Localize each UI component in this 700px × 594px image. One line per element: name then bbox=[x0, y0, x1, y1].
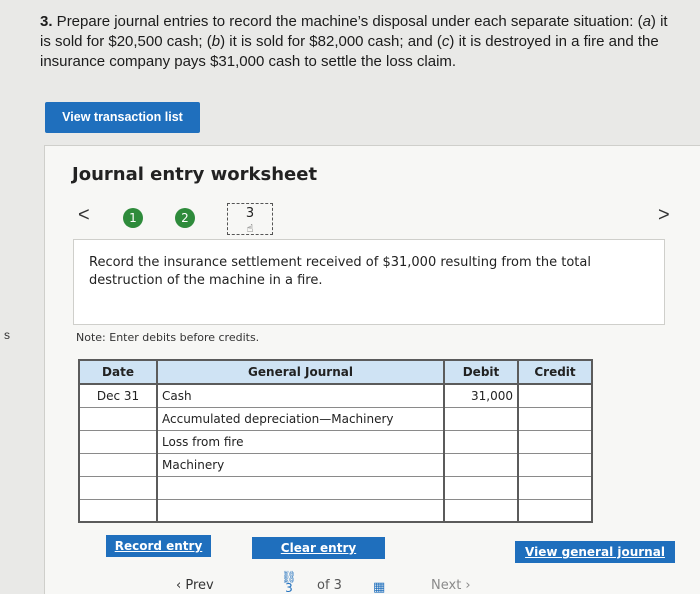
table-row bbox=[78, 475, 593, 500]
account-cell[interactable]: Accumulated depreciation—Machinery bbox=[156, 406, 445, 431]
table-header-row: Date General Journal Debit Credit bbox=[78, 359, 593, 385]
margin-letter: s bbox=[4, 328, 10, 342]
step-3-button[interactable]: 3 ☝ bbox=[227, 203, 273, 235]
step-2-button[interactable]: 2 bbox=[175, 208, 195, 228]
step-3-label: 3 bbox=[245, 206, 255, 221]
step-1-button[interactable]: 1 bbox=[123, 208, 143, 228]
account-cell[interactable] bbox=[156, 475, 445, 500]
credit-cell[interactable] bbox=[517, 383, 593, 408]
worksheet-title: Journal entry worksheet bbox=[72, 164, 318, 185]
date-cell[interactable] bbox=[78, 498, 158, 523]
note-text: Note: Enter debits before credits. bbox=[76, 331, 260, 344]
general-journal-header: General Journal bbox=[156, 359, 445, 385]
table-row: Loss from fire bbox=[78, 429, 593, 454]
chevron-right-icon[interactable]: > bbox=[658, 204, 670, 227]
table-row bbox=[78, 498, 593, 523]
debit-cell[interactable]: 31,000 bbox=[443, 383, 519, 408]
date-cell[interactable] bbox=[78, 452, 158, 477]
next-label: Next bbox=[431, 578, 462, 593]
grid-icon[interactable]: ▦ bbox=[373, 580, 385, 594]
general-journal-table: Date General Journal Debit Credit Dec 31… bbox=[78, 359, 593, 523]
debit-cell[interactable] bbox=[443, 406, 519, 431]
account-cell[interactable]: Machinery bbox=[156, 452, 445, 477]
prev-label: Prev bbox=[185, 578, 214, 593]
debit-cell[interactable] bbox=[443, 429, 519, 454]
credit-cell[interactable] bbox=[517, 452, 593, 477]
date-cell[interactable] bbox=[78, 429, 158, 454]
debit-header: Debit bbox=[443, 359, 519, 385]
account-cell[interactable]: Loss from fire bbox=[156, 429, 445, 454]
date-cell[interactable]: Dec 31 bbox=[78, 383, 158, 408]
chevron-left-icon: ‹ bbox=[176, 578, 186, 593]
table-row: Accumulated depreciation—Machinery bbox=[78, 406, 593, 431]
view-transaction-list-button[interactable]: View transaction list bbox=[45, 102, 200, 133]
prev-button[interactable]: ‹ Prev bbox=[176, 578, 214, 593]
question-text: ) it is sold for $82,000 cash; and ( bbox=[220, 33, 442, 50]
debit-cell[interactable] bbox=[443, 452, 519, 477]
page-total: of 3 bbox=[317, 578, 342, 593]
account-cell[interactable] bbox=[156, 498, 445, 523]
question-number: 3. bbox=[40, 13, 53, 30]
current-page: 3 bbox=[285, 581, 293, 594]
debit-cell[interactable] bbox=[443, 498, 519, 523]
question-part-a: a bbox=[642, 13, 651, 30]
debit-cell[interactable] bbox=[443, 475, 519, 500]
view-general-journal-button[interactable]: View general journal bbox=[515, 541, 675, 563]
pointer-hand-icon: ☝ bbox=[246, 222, 254, 235]
journal-entry-worksheet: Journal entry worksheet < 1 2 3 ☝ > Reco… bbox=[44, 145, 700, 594]
record-entry-button[interactable]: Record entry bbox=[106, 535, 211, 557]
date-cell[interactable] bbox=[78, 475, 158, 500]
table-row: Machinery bbox=[78, 452, 593, 477]
credit-cell[interactable] bbox=[517, 429, 593, 454]
credit-cell[interactable] bbox=[517, 498, 593, 523]
question-prompt: 3. Prepare journal entries to record the… bbox=[40, 12, 680, 72]
chevron-right-icon: › bbox=[461, 578, 471, 593]
credit-header: Credit bbox=[517, 359, 593, 385]
credit-cell[interactable] bbox=[517, 475, 593, 500]
instruction-box: Record the insurance settlement received… bbox=[73, 239, 665, 325]
next-button[interactable]: Next › bbox=[431, 578, 471, 593]
table-row: Dec 31 Cash 31,000 bbox=[78, 383, 593, 408]
credit-cell[interactable] bbox=[517, 406, 593, 431]
chevron-left-icon[interactable]: < bbox=[78, 204, 90, 227]
question-part-b: b bbox=[211, 33, 221, 50]
page-number[interactable]: ⛓ 3 bbox=[281, 571, 297, 594]
question-text: Prepare journal entries to record the ma… bbox=[52, 13, 643, 30]
clear-entry-button[interactable]: Clear entry bbox=[252, 537, 385, 559]
date-cell[interactable] bbox=[78, 406, 158, 431]
account-cell[interactable]: Cash bbox=[156, 383, 445, 408]
instruction-text: Record the insurance settlement received… bbox=[89, 255, 591, 288]
date-header: Date bbox=[78, 359, 158, 385]
